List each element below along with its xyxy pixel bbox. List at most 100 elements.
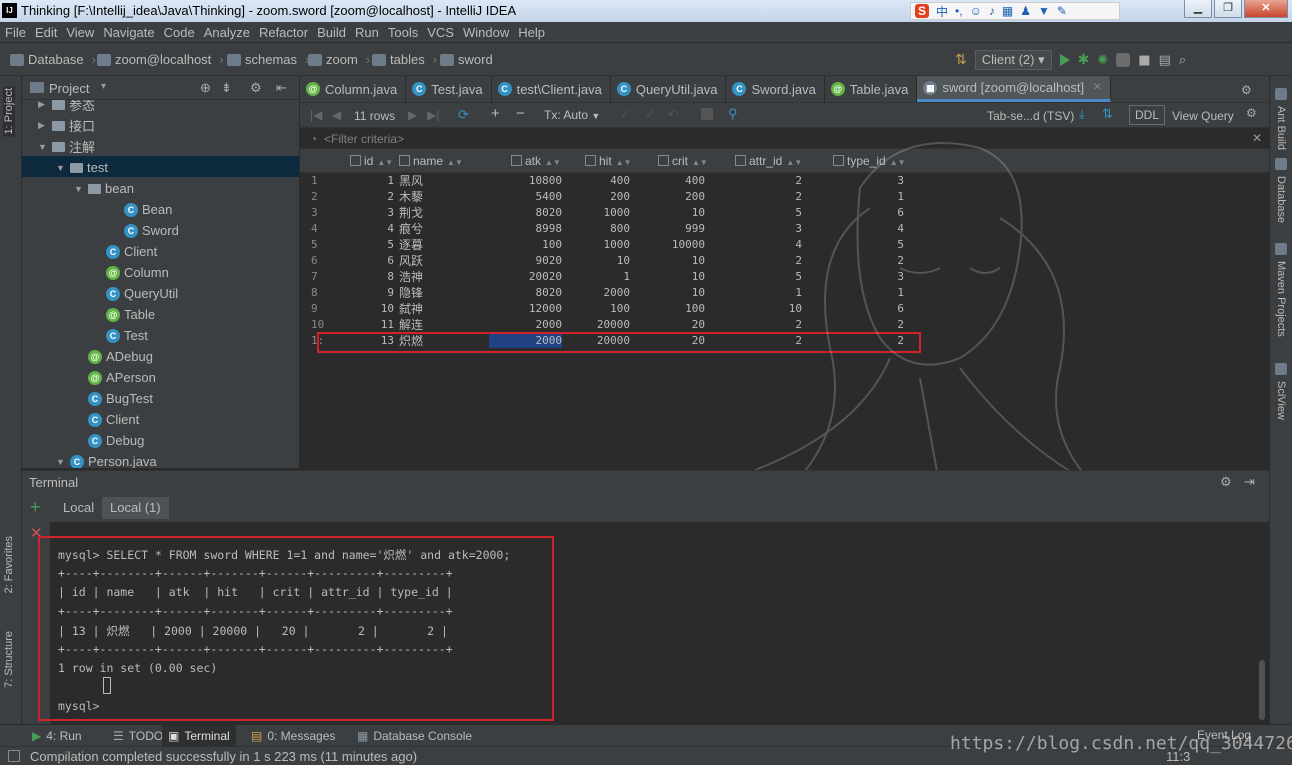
chevron-down-icon[interactable]: ▾ [101,81,106,92]
breadcrumb-tables[interactable]: tables › [372,52,437,67]
column-header-type-id[interactable]: type_id ▲▼ [833,154,906,168]
maximize-button[interactable]: ❐ [1214,0,1242,18]
next-page-icon[interactable]: ▶ [408,108,417,122]
rollback-icon[interactable]: ↶ [668,107,678,121]
refresh-icon[interactable]: ⟳ [458,107,469,123]
cell-attr-id[interactable]: 2 [795,317,802,333]
tool-tab-terminal[interactable]: ▣ Terminal [162,725,236,747]
cell-id[interactable]: 11 [381,317,394,333]
sciview-tool-tab[interactable]: SciView [1275,381,1287,420]
cell-crit[interactable]: 20 [692,317,705,333]
tab-test-client-java[interactable]: Ctest\Client.java [492,76,611,102]
debug-icon[interactable]: ✱ [1078,52,1090,68]
breadcrumb-zoom-localhost[interactable]: zoom@localhost › [97,52,224,67]
clear-filter-icon[interactable]: ✕ [1252,131,1262,145]
cancel-query-icon[interactable] [701,108,713,120]
tree-item[interactable]: C QueryUtil [92,283,178,304]
project-structure-icon[interactable]: ▤ [1159,53,1171,68]
cell-type-id[interactable]: 6 [897,301,904,317]
column-header-name[interactable]: name ▲▼ [399,154,463,168]
tab-test-java[interactable]: C Test.java [406,76,492,102]
terminal-tab-local[interactable]: Local [55,497,102,519]
emoji-icon[interactable]: ☺ [970,4,982,18]
run-configuration-select[interactable]: Client (2) ▾ [974,50,1052,70]
cell-type-id[interactable]: 1 [897,285,904,301]
cell-hit[interactable]: 20000 [597,317,630,333]
cell-hit[interactable]: 1000 [604,205,631,221]
cell-hit[interactable]: 1 [623,269,630,285]
tab-sword-zoom-localhost[interactable]: ▦ sword [zoom@localhost] ✕ [917,76,1111,102]
tool-windows-icon[interactable] [8,750,20,762]
menu-view[interactable]: View [61,22,98,42]
cell-atk[interactable]: 8998 [536,221,563,237]
terminal-output[interactable]: mysql> SELECT * FROM sword WHERE 1=1 and… [38,522,1269,724]
menu-vcs[interactable]: VCS [422,22,458,42]
cell-atk[interactable]: 8020 [536,285,563,301]
tree-item[interactable]: C Client [74,409,139,430]
tree-item[interactable]: ▼ C Person.java [56,451,157,468]
menu-run[interactable]: Run [350,22,383,42]
chevron-right-icon[interactable]: ▶ [38,100,48,110]
cell-name[interactable]: 痕兮 [399,221,423,237]
tree-item[interactable]: @ ADebug [74,346,153,367]
upload-icon[interactable]: ⇅ [1102,106,1113,122]
sort-icon[interactable]: ▲▼ [545,158,561,167]
row-number[interactable]: 2 [311,189,318,205]
row-number[interactable]: 8 [311,285,318,301]
project-tool-tab[interactable]: 1: Project [3,86,15,137]
menu-window[interactable]: Window [458,22,513,42]
sort-icon[interactable]: ▲▼ [786,158,802,167]
profile-icon[interactable] [1116,53,1131,67]
database-tool-tab[interactable]: Database [1275,176,1287,223]
tab-settings-icon[interactable]: ⚙ [1241,83,1252,97]
menu-build[interactable]: Build [312,22,350,42]
cell-name[interactable]: 风跃 [399,253,423,269]
cell-atk[interactable]: 5400 [536,189,563,205]
cell-crit[interactable]: 400 [685,173,705,189]
tree-item[interactable]: C Sword [110,220,179,241]
sort-icon[interactable]: ▲▼ [890,158,906,167]
stop-icon[interactable]: ■ [1138,53,1150,68]
cell-attr-id[interactable]: 2 [795,189,802,205]
cell-hit[interactable]: 2000 [604,285,631,301]
tree-item[interactable]: @ Table [92,304,155,325]
wrench-icon[interactable]: ✎ [1057,4,1067,18]
shirt-icon[interactable]: ▼ [1038,4,1050,18]
download-icon[interactable]: ⤓ [1079,106,1085,122]
breadcrumb-sword[interactable]: sword [440,52,493,67]
hide-icon[interactable]: ⇥ [1244,474,1255,490]
tree-item[interactable]: ▶ 接口 [38,115,95,136]
breadcrumb-schemas[interactable]: schemas› [227,52,309,67]
cell-id[interactable]: 3 [387,205,394,221]
cell-type-id[interactable]: 3 [897,173,904,189]
tree-item[interactable]: ▼ 注解 [38,136,95,157]
tree-item[interactable]: @ APerson [74,367,156,388]
collapse-all-icon[interactable]: ⇟ [221,80,232,96]
cell-crit[interactable]: 10 [692,205,705,221]
cell-name[interactable]: 逐暮 [399,237,423,253]
commit-check-icon[interactable]: ✓ [645,107,655,121]
cell-id[interactable]: 9 [387,285,394,301]
cell-hit[interactable]: 800 [610,221,630,237]
new-terminal-icon[interactable]: + [30,497,41,518]
chevron-down-icon[interactable]: ▼ [74,184,84,194]
cell-crit[interactable]: 100 [685,301,705,317]
row-number[interactable]: 9 [311,301,318,317]
terminal-tab-local-1[interactable]: Local (1) [102,497,169,519]
breadcrumb-zoom[interactable]: zoom › [308,52,370,67]
build-icon[interactable]: ⇅ [955,52,967,68]
menu-refactor[interactable]: Refactor [254,22,312,42]
cell-type-id[interactable]: 5 [897,237,904,253]
tool-tab-messages[interactable]: ▤ 0: Messages [245,725,341,747]
menu-tools[interactable]: Tools [383,22,422,42]
tool-tab-database-console[interactable]: ▦ Database Console [351,725,478,747]
tab-queryutil-java[interactable]: C QueryUtil.java [611,76,727,102]
view-query-button[interactable]: View Query [1172,109,1234,123]
ime-toolbar[interactable]: S 中 •, ☺ ♪ ▦ ♟ ▼ ✎ [910,2,1120,20]
cell-id[interactable]: 4 [387,221,394,237]
cell-name[interactable]: 浩神 [399,269,423,285]
cell-crit[interactable]: 200 [685,189,705,205]
tree-item[interactable]: C Client [92,241,157,262]
cell-attr-id[interactable]: 10 [789,301,802,317]
cell-name[interactable]: 解连 [399,317,423,333]
